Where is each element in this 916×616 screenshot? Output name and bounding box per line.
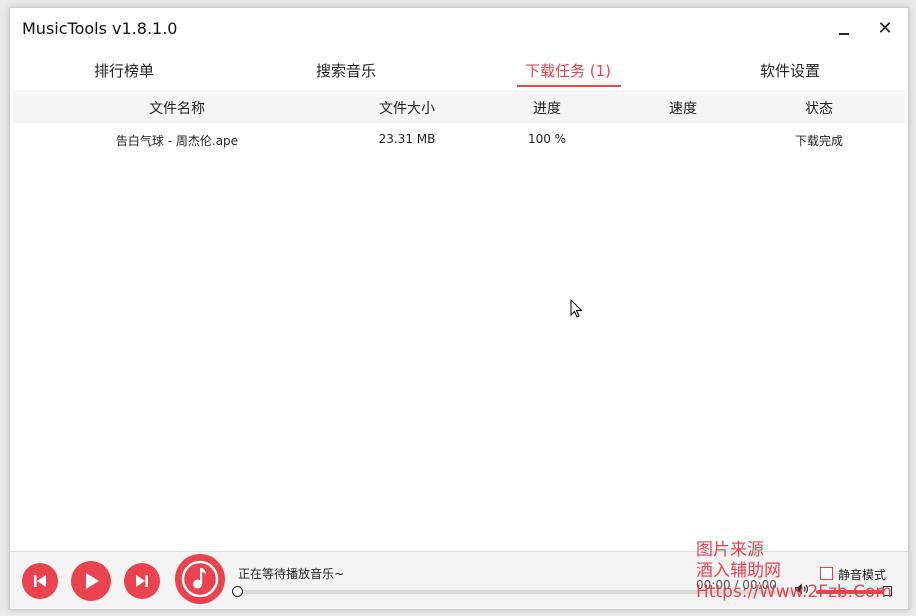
watermark-line: 图片来源: [696, 540, 764, 560]
tab-search-music[interactable]: 搜索音乐: [286, 60, 406, 81]
minimize-button[interactable]: [832, 16, 858, 42]
column-header-progress[interactable]: 进度: [487, 98, 607, 118]
watermark: 图片来源 酒入辅助网 Https://Www.2Fzb.Com: [696, 540, 892, 603]
table-header: 文件名称 文件大小 进度 速度 状态: [13, 90, 905, 123]
mouse-cursor-icon: [570, 299, 583, 318]
column-header-filename[interactable]: 文件名称: [117, 98, 237, 118]
previous-track-button[interactable]: [22, 563, 58, 599]
title-bar[interactable]: MusicTools v1.8.1.0 ✕: [10, 8, 908, 50]
cell-progress: 100 %: [527, 132, 567, 146]
watermark-line: Https://Www.2Fzb.Com: [696, 582, 892, 602]
skip-forward-icon: [136, 575, 148, 587]
play-button[interactable]: [71, 561, 111, 601]
app-window: MusicTools v1.8.1.0 ✕ 排行榜单 搜索音乐 下载任务 (1)…: [9, 7, 909, 610]
now-playing-text: 正在等待播放音乐~: [238, 567, 345, 581]
close-button[interactable]: ✕: [872, 16, 898, 42]
album-cover: [175, 554, 225, 604]
column-header-speed[interactable]: 速度: [623, 98, 743, 118]
tab-settings[interactable]: 软件设置: [730, 60, 850, 81]
column-header-status[interactable]: 状态: [759, 98, 879, 118]
column-header-filesize[interactable]: 文件大小: [347, 98, 467, 118]
tab-bar: 排行榜单 搜索音乐 下载任务 (1) 软件设置: [10, 54, 908, 90]
tab-download-tasks[interactable]: 下载任务 (1): [508, 60, 628, 81]
skip-back-icon: [34, 575, 46, 587]
cell-status: 下载完成: [794, 134, 843, 148]
cell-filesize: 23.31 MB: [378, 132, 436, 146]
close-icon: ✕: [877, 18, 893, 39]
music-note-icon: [181, 560, 219, 598]
tab-charts[interactable]: 排行榜单: [64, 60, 184, 81]
app-title: MusicTools v1.8.1.0: [22, 19, 178, 38]
table-row[interactable]: 告白气球 - 周杰伦.ape 23.31 MB 100 % 下载完成: [13, 126, 905, 152]
cell-filename: 告白气球 - 周杰伦.ape: [115, 134, 239, 148]
watermark-line: 酒入辅助网: [696, 561, 781, 581]
next-track-button[interactable]: [124, 563, 160, 599]
play-icon: [86, 573, 99, 589]
active-tab-indicator: [517, 85, 621, 87]
playback-progress-handle[interactable]: [232, 586, 243, 597]
